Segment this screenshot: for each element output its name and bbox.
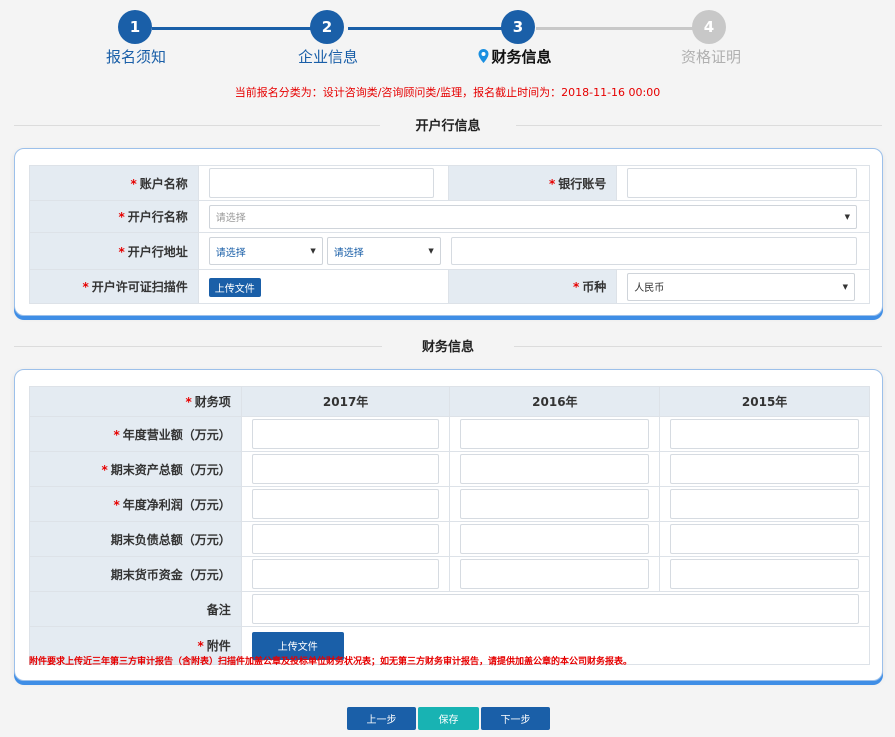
currency-select[interactable]: 人民币 ▼ [627, 272, 855, 301]
step-progress: 1 2 3 4 报名须知 企业信息 财务信息 资格证明 [0, 0, 895, 80]
finance-table: * 财务项 2017年 2016年 2015年 * 年度营业额（万元） * 期末资产总… [29, 386, 871, 665]
caret-down-icon: ▼ [844, 212, 850, 221]
cash-2017-input[interactable] [251, 559, 440, 589]
bank-address-label: * 开户行地址 [29, 232, 199, 270]
registration-notice: 当前报名分类为：设计咨询类/咨询顾问类/监理，报名截止时间为：2018-11-1… [234, 86, 661, 99]
step-4-circle: 4 [692, 10, 726, 44]
net-profit-label: * 年度净利润（万元） [29, 486, 242, 522]
cash-funds-label: 期末货币资金（万元） [29, 556, 242, 592]
account-number-input[interactable] [627, 168, 857, 198]
caret-down-icon: ▼ [842, 282, 848, 291]
license-upload-button[interactable]: 上传文件 [208, 277, 261, 297]
total-liabilities-label: 期末负债总额（万元） [29, 521, 242, 557]
profit-2016-input[interactable] [460, 489, 650, 519]
year-header-2017: 2017年 [240, 386, 451, 417]
bank-name-select[interactable]: 请选择 ▼ [208, 204, 857, 229]
save-button[interactable]: 保存 [418, 707, 479, 730]
finance-info-panel: * 财务项 2017年 2016年 2015年 * 年度营业额（万元） * 期末资产总… [14, 369, 883, 681]
attachment-requirement-note: 附件要求上传近三年第三方审计报告（含附表）扫描件加盖公章及投标单位财务状况表；如… [29, 657, 633, 667]
step-3-label: 财务信息 [478, 46, 552, 67]
assets-2015-input[interactable] [670, 454, 859, 484]
bank-section-header: 开户行信息 [14, 115, 882, 135]
province-select[interactable]: 请选择 ▼ [208, 237, 323, 265]
step-line-3-4 [536, 27, 694, 30]
year-header-2015: 2015年 [659, 386, 870, 417]
revenue-2015-input[interactable] [670, 419, 859, 449]
step-line-1-2 [152, 27, 312, 30]
step-2-label: 企业信息 [297, 48, 359, 66]
step-1-circle: 1 [118, 10, 152, 44]
cash-2016-input[interactable] [460, 559, 650, 589]
step-4-label: 资格证明 [680, 48, 742, 66]
province-select-text: 请选择 [215, 247, 246, 259]
step-1-label: 报名须知 [105, 48, 167, 66]
currency-select-text: 人民币 [634, 283, 665, 294]
assets-2017-input[interactable] [251, 454, 440, 484]
bank-info-table: * 账户名称 * 银行账号 * 开户行名称 请选择 ▼ * 开户行地址 请选择 ▼ [29, 165, 871, 304]
caret-down-icon: ▼ [428, 247, 434, 255]
remark-input[interactable] [251, 594, 859, 624]
currency-label: * 币种 [448, 269, 618, 304]
liabilities-2017-input[interactable] [251, 524, 440, 554]
cash-2015-input[interactable] [670, 559, 859, 589]
step-2-circle: 2 [310, 10, 344, 44]
finance-item-header: * 财务项 [29, 386, 242, 417]
location-pin-icon [478, 49, 489, 63]
account-name-label: * 账户名称 [29, 165, 199, 201]
revenue-2016-input[interactable] [460, 419, 650, 449]
remark-label: 备注 [29, 591, 242, 627]
account-name-input[interactable] [208, 168, 435, 198]
next-step-button[interactable]: 下一步 [481, 707, 550, 730]
step-line-2-3 [348, 27, 504, 30]
profit-2015-input[interactable] [670, 489, 859, 519]
assets-2016-input[interactable] [460, 454, 650, 484]
city-select-text: 请选择 [333, 247, 364, 259]
finance-section-title: 财务信息 [421, 340, 474, 355]
total-assets-label: * 期末资产总额（万元） [29, 451, 242, 487]
step-3-circle: 3 [501, 10, 535, 44]
finance-section-header: 财务信息 [14, 336, 882, 356]
year-header-2016: 2016年 [449, 386, 661, 417]
step-3-label-text: 财务信息 [491, 48, 552, 66]
revenue-2017-input[interactable] [251, 419, 440, 449]
city-select[interactable]: 请选择 ▼ [326, 237, 441, 265]
liabilities-2015-input[interactable] [670, 524, 859, 554]
bank-name-select-text: 请选择 [215, 213, 246, 224]
caret-down-icon: ▼ [310, 247, 316, 255]
profit-2017-input[interactable] [251, 489, 440, 519]
bank-section-title: 开户行信息 [415, 119, 481, 134]
account-number-label: * 银行账号 [448, 165, 618, 201]
previous-step-button[interactable]: 上一步 [347, 707, 416, 730]
annual-revenue-label: * 年度营业额（万元） [29, 416, 242, 452]
license-scan-label: * 开户许可证扫描件 [29, 269, 199, 304]
bank-address-detail-input[interactable] [450, 237, 857, 265]
bank-info-panel: * 账户名称 * 银行账号 * 开户行名称 请选择 ▼ * 开户行地址 请选择 ▼ [14, 148, 883, 316]
bank-name-label: * 开户行名称 [29, 200, 199, 233]
liabilities-2016-input[interactable] [460, 524, 650, 554]
